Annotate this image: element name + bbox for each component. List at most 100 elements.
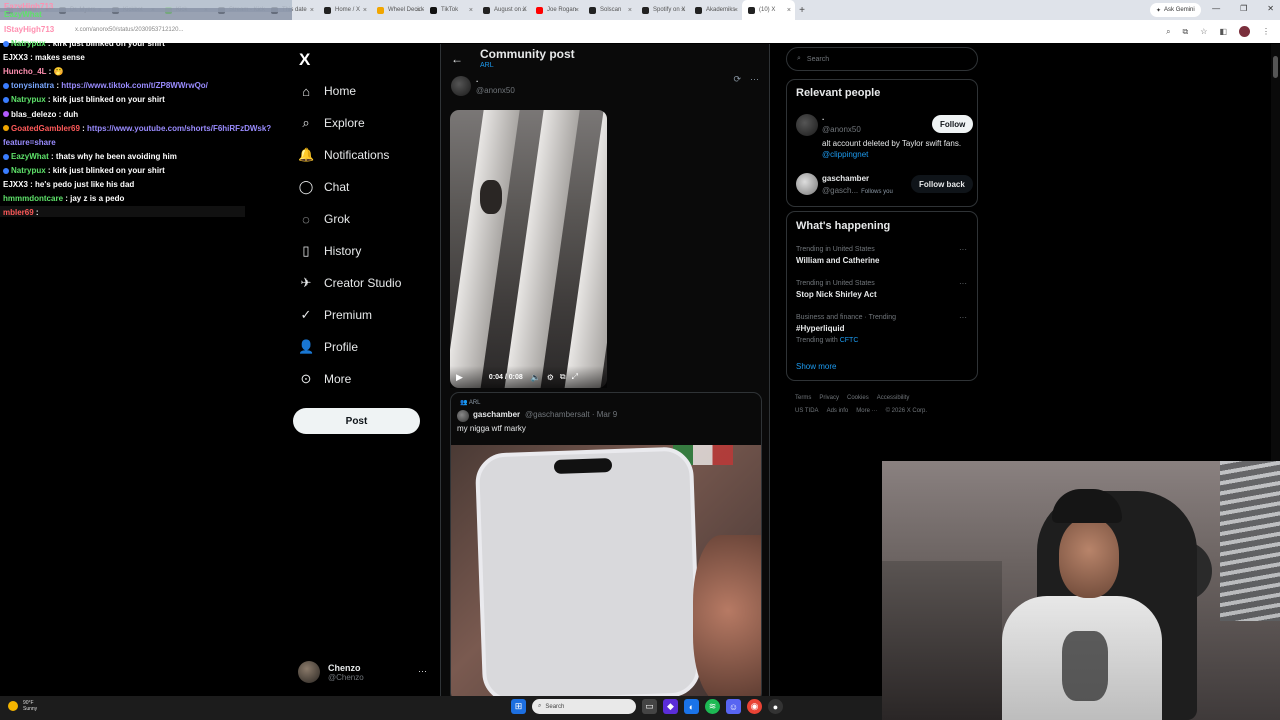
chat-username[interactable]: tonysinatra <box>11 81 54 90</box>
footer-link[interactable]: © 2026 X Corp. <box>886 408 927 414</box>
video-player[interactable] <box>450 110 607 388</box>
task-view-icon[interactable]: ▭ <box>642 699 657 714</box>
footer-link[interactable]: Ads info <box>827 408 849 414</box>
browser-tab[interactable]: Wheel Decide × <box>371 0 424 20</box>
sidebar-item-notifications[interactable]: 🔔 Notifications <box>298 143 389 167</box>
sidebar-item-explore[interactable]: ⌕ Explore <box>298 111 364 135</box>
chat-username[interactable]: Natrypux <box>11 39 46 48</box>
account-switcher[interactable]: Chenzo @Chenzo <box>298 658 433 686</box>
follow-button[interactable]: Follow <box>932 115 974 133</box>
chat-link[interactable]: https://www.youtube.com/shorts/F6hiRFzDW… <box>87 124 271 133</box>
taskbar-search[interactable]: ⌕ Search <box>532 699 636 714</box>
tab-close-icon[interactable]: × <box>522 7 526 14</box>
community-link[interactable]: ARL <box>480 62 494 69</box>
new-tab-button[interactable]: + <box>795 5 809 16</box>
sidebar-item-more[interactable]: ⊙ More <box>298 367 352 391</box>
browser-tab[interactable]: TikTok × <box>424 0 477 20</box>
post-author-handle[interactable]: @anonx50 <box>476 86 515 95</box>
browser-tab[interactable]: Joe Rogan × <box>530 0 583 20</box>
chat-username[interactable]: hmmmdontcare <box>3 194 63 203</box>
chat-username[interactable]: EazyWhat <box>4 10 42 19</box>
menu-icon[interactable]: ⋮ <box>1262 27 1270 36</box>
person-handle[interactable]: @gasch... Follows you <box>822 186 893 195</box>
tab-close-icon[interactable]: × <box>681 7 685 14</box>
trend-more-icon[interactable]: ··· <box>959 245 967 254</box>
footer-link[interactable]: US TIDA <box>795 408 819 414</box>
sidebar-item-premium[interactable]: ✓ Premium <box>298 303 372 327</box>
post-button[interactable]: Post <box>293 408 420 434</box>
maximize-icon[interactable]: ❐ <box>1240 4 1247 13</box>
volume-icon[interactable]: 🔈 <box>531 373 541 382</box>
footer-link[interactable]: Terms <box>795 395 811 401</box>
zoom-icon[interactable]: ⌕ <box>1166 27 1170 37</box>
weather-widget[interactable]: 90°F Sunny <box>8 700 37 712</box>
chat-username[interactable]: Huncho_4L <box>3 67 46 76</box>
more-options-icon[interactable]: ··· <box>750 74 759 85</box>
person-bio-link[interactable]: @clippingnet <box>822 150 868 159</box>
tab-close-icon[interactable]: × <box>628 7 632 14</box>
person-name[interactable]: gaschamber <box>822 174 869 183</box>
chat-username[interactable]: GoatedGambler69 <box>11 124 80 133</box>
sidebar-item-creator-studio[interactable]: ✈ Creator Studio <box>298 271 402 295</box>
chat-link[interactable]: https://www.tiktok.com/t/ZP8WWrwQo/ <box>61 81 208 90</box>
avatar[interactable] <box>796 114 818 136</box>
person-handle[interactable]: @anonx50 <box>822 125 861 134</box>
footer-link[interactable]: Cookies <box>847 395 869 401</box>
edge-icon[interactable]: ◐ <box>684 699 699 714</box>
chat-username[interactable]: IStayHigh713 <box>4 25 54 34</box>
footer-link[interactable]: Accessibility <box>877 395 910 401</box>
quote-image[interactable] <box>451 445 761 696</box>
sidebar-item-history[interactable]: ▯ History <box>298 239 361 263</box>
back-arrow-icon[interactable]: ← <box>451 52 463 66</box>
sidepanel-icon[interactable]: ◧ <box>1219 27 1227 36</box>
tab-close-icon[interactable]: × <box>787 7 791 14</box>
trend-more-icon[interactable]: ··· <box>959 279 967 288</box>
browser-tab[interactable]: Akademiks × <box>689 0 742 20</box>
sidebar-item-grok[interactable]: ◌ Grok <box>298 207 350 231</box>
grok-icon[interactable]: ⟳ <box>733 74 741 85</box>
chat-username[interactable]: blas_delezo <box>11 110 56 119</box>
show-more-link[interactable]: Show more <box>796 362 836 371</box>
scrollbar-thumb[interactable] <box>1273 56 1278 78</box>
follow-back-button[interactable]: Follow back <box>911 175 973 193</box>
tab-close-icon[interactable]: × <box>469 7 473 14</box>
close-icon[interactable]: ✕ <box>1267 4 1274 13</box>
trend-more-icon[interactable]: ··· <box>959 313 967 322</box>
spotify-icon[interactable]: ≋ <box>705 699 720 714</box>
tab-close-icon[interactable]: × <box>363 7 367 14</box>
avatar[interactable] <box>796 173 818 195</box>
person-name[interactable]: . <box>822 113 824 122</box>
quoted-post[interactable]: 👥 ARL gaschamber @gaschambersalt · Mar 9… <box>450 392 762 696</box>
sidebar-item-chat[interactable]: ◯ Chat <box>298 175 350 199</box>
browser-tab[interactable]: Spotify on X × <box>636 0 689 20</box>
play-icon[interactable]: ▶ <box>456 372 463 383</box>
pip-icon[interactable]: ⧉ <box>560 372 566 382</box>
trend-name[interactable]: William and Catherine <box>796 256 880 265</box>
minimize-icon[interactable]: — <box>1212 4 1220 13</box>
trend-name[interactable]: #Hyperliquid <box>796 324 844 333</box>
windows-start-icon[interactable]: ⊞ <box>511 699 526 714</box>
chat-username[interactable]: Natrypux <box>11 166 46 175</box>
settings-icon[interactable]: ⚙ <box>547 373 554 382</box>
tab-close-icon[interactable]: × <box>416 7 420 14</box>
browser-tab[interactable]: (10) X × <box>742 0 795 20</box>
search-input[interactable]: ⌕ Search <box>786 47 978 71</box>
trend-name[interactable]: Stop Nick Shirley Act <box>796 290 877 299</box>
footer-link[interactable]: More ··· <box>856 408 877 414</box>
obs-icon[interactable]: ● <box>768 699 783 714</box>
profile-avatar[interactable] <box>1239 26 1250 37</box>
chat-username[interactable]: EJXX3 <box>3 180 28 189</box>
cast-icon[interactable]: ⧉ <box>1183 27 1189 37</box>
ask-gemini-button[interactable]: ✦ Ask Gemini <box>1150 3 1201 17</box>
sidebar-item-home[interactable]: ⌂ Home <box>298 79 356 103</box>
chat-username[interactable]: mbler69 <box>3 208 34 217</box>
copilot-icon[interactable]: ◆ <box>663 699 678 714</box>
x-logo[interactable]: X <box>299 50 310 70</box>
footer-link[interactable]: Privacy <box>819 395 839 401</box>
browser-tab[interactable]: Solscan × <box>583 0 636 20</box>
bookmark-star-icon[interactable]: ☆ <box>1200 27 1207 36</box>
chat-username[interactable]: EazyWhat <box>11 152 49 161</box>
browser-tab[interactable]: Home / X × <box>318 0 371 20</box>
chat-username[interactable]: EJXX3 <box>3 53 28 62</box>
fullscreen-icon[interactable]: ⤢ <box>572 372 578 382</box>
